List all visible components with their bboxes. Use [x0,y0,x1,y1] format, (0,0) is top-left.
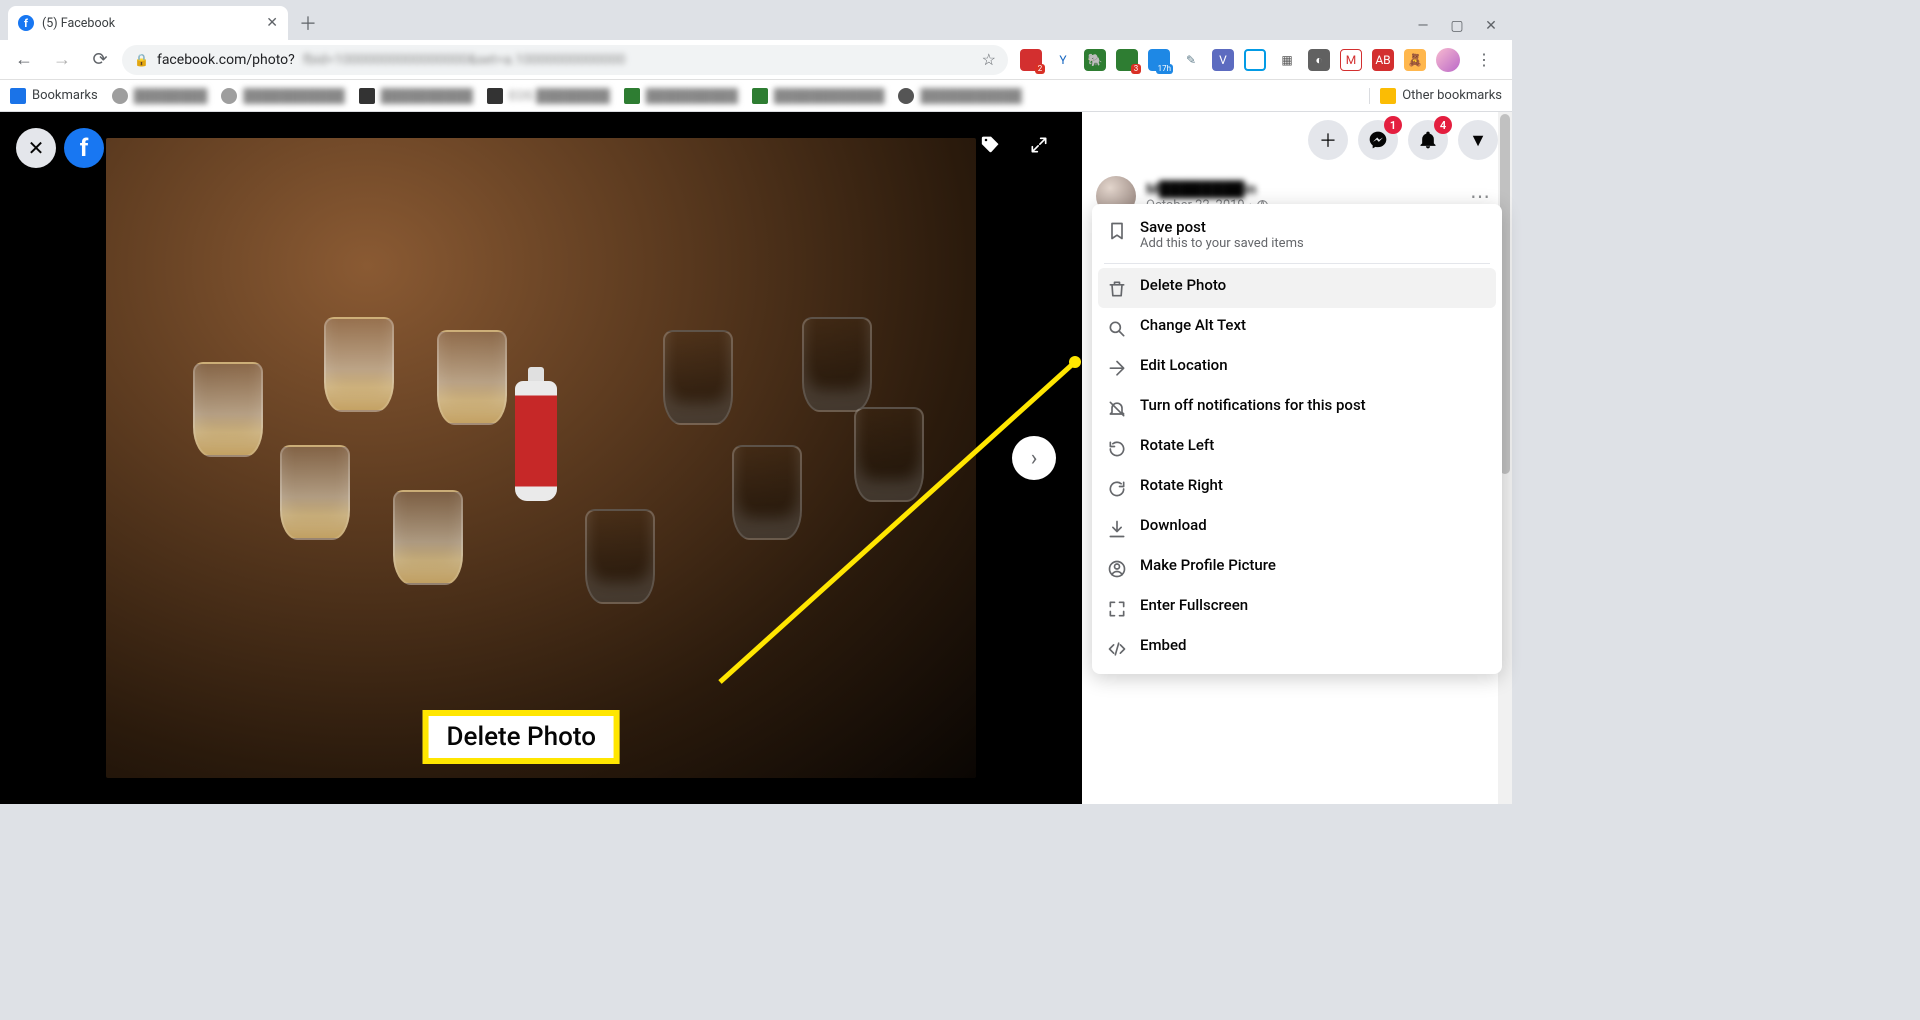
location-icon [1106,358,1128,380]
browser-tabbar: f (5) Facebook ✕ ＋ — ▢ ✕ [0,0,1512,40]
window-controls: — ▢ ✕ [1416,18,1512,34]
right-sidebar: ＋ 1 4 ▼ M████████in October 22, 2019 · ⋯ [1082,112,1512,804]
extension-icon[interactable]: 3 [1116,49,1138,71]
annotation-callout: Delete Photo [423,710,620,764]
create-button[interactable]: ＋ [1308,120,1348,160]
browser-toolbar: ← → ⟳ 🔒 facebook.com/photo? fbid=10000000… [0,40,1512,80]
menu-save-post[interactable]: Save postAdd this to your saved items [1098,210,1496,259]
close-viewer-button[interactable]: ✕ [16,128,56,168]
minimize-icon[interactable]: — [1416,18,1430,34]
menu-divider [1104,263,1490,264]
tag-photo-button[interactable] [974,128,1008,162]
new-tab-button[interactable]: ＋ [294,9,322,37]
facebook-logo-icon[interactable]: f [64,128,104,168]
rotate-left-icon [1106,438,1128,460]
menu-rotate-left[interactable]: Rotate Left [1098,428,1496,468]
bm-icon [624,88,640,104]
bm-icon [487,88,503,104]
extension-icon[interactable]: V [1212,49,1234,71]
url-query-blurred: fbid=10000000000000000&set=a.10000000000… [303,52,626,68]
bookmark-item[interactable]: ██████████ [359,88,473,104]
messenger-badge: 1 [1384,116,1402,134]
maximize-icon[interactable]: ▢ [1450,18,1464,34]
bookmark-item[interactable]: ███████████ [898,88,1021,104]
content-area: ✕ f › Delete Photo [0,112,1512,804]
author-name[interactable]: M████████in [1146,180,1269,198]
address-bar[interactable]: 🔒 facebook.com/photo? fbid=10000000000000… [122,45,1008,75]
extension-icon[interactable]: Y [1052,49,1074,71]
bell-off-icon [1106,398,1128,420]
bm-icon [359,88,375,104]
photo-image [106,138,976,778]
bookmark-icon [1106,220,1128,242]
rotate-right-icon [1106,478,1128,500]
star-icon [10,88,26,104]
back-button[interactable]: ← [8,44,40,76]
chrome-menu-button[interactable]: ⋮ [1470,46,1498,74]
trash-icon [1106,278,1128,300]
extension-icon[interactable]: ◐ [1308,49,1330,71]
close-window-icon[interactable]: ✕ [1484,18,1498,34]
search-icon [1106,318,1128,340]
menu-enter-fullscreen[interactable]: Enter Fullscreen [1098,588,1496,628]
extension-icon[interactable]: AB [1372,49,1394,71]
notifications-button[interactable]: 4 [1408,120,1448,160]
download-icon [1106,518,1128,540]
browser-tab[interactable]: f (5) Facebook ✕ [8,6,288,40]
bookmark-item[interactable]: ██████████ [624,88,738,104]
menu-make-profile-picture[interactable]: Make Profile Picture [1098,548,1496,588]
menu-rotate-right[interactable]: Rotate Right [1098,468,1496,508]
extension-icons: 2 Y 🐘 3 17h ✎ V ▦ ◐ M AB 🧸 ⋮ [1014,46,1504,74]
fullscreen-button[interactable] [1022,128,1056,162]
menu-change-alt-text[interactable]: Change Alt Text [1098,308,1496,348]
menu-download[interactable]: Download [1098,508,1496,548]
bm-icon [898,88,914,104]
extension-icon[interactable]: M [1340,49,1362,71]
url-host: facebook.com/photo? [157,52,295,68]
extension-icon[interactable]: 🐘 [1084,49,1106,71]
menu-embed[interactable]: Embed [1098,628,1496,668]
extension-icon[interactable]: ✎ [1180,49,1202,71]
menu-edit-location[interactable]: Edit Location [1098,348,1496,388]
bookmark-item[interactable]: ████████████ [752,88,885,104]
bookmark-item[interactable]: Bookmarks [10,88,98,104]
reload-button[interactable]: ⟳ [84,44,116,76]
expand-icon [1106,598,1128,620]
other-bookmarks-button[interactable]: Other bookmarks [1369,88,1502,104]
account-menu-button[interactable]: ▼ [1458,120,1498,160]
chrome-profile-avatar[interactable] [1436,48,1460,72]
messenger-button[interactable]: 1 [1358,120,1398,160]
lock-icon: 🔒 [134,53,149,67]
bm-icon [112,88,128,104]
photo-viewer: ✕ f › Delete Photo [0,112,1082,804]
bookmark-star-icon[interactable]: ☆ [982,50,996,69]
facebook-favicon-icon: f [18,15,34,31]
menu-turn-off-notifications[interactable]: Turn off notifications for this post [1098,388,1496,428]
bookmark-item[interactable]: ████████ [112,88,208,104]
forward-button[interactable]: → [46,44,78,76]
extension-icon[interactable] [1244,49,1266,71]
post-options-menu: Save postAdd this to your saved items De… [1092,204,1502,674]
extension-icon[interactable]: ▦ [1276,49,1298,71]
bookmarks-bar: Bookmarks ████████ ███████████ █████████… [0,80,1512,112]
bookmark-item[interactable]: ███████████ [221,88,344,104]
bm-icon [221,88,237,104]
other-bookmarks-label: Other bookmarks [1402,88,1502,103]
tab-close-icon[interactable]: ✕ [266,15,278,31]
menu-delete-photo[interactable]: Delete Photo [1098,268,1496,308]
fb-top-buttons: ＋ 1 4 ▼ [1082,112,1512,168]
extension-icon[interactable]: 2 [1020,49,1042,71]
profile-icon [1106,558,1128,580]
extension-icon[interactable]: 🧸 [1404,49,1426,71]
notifications-badge: 4 [1434,116,1452,134]
next-photo-button[interactable]: › [1012,436,1056,480]
extension-icon[interactable]: 17h [1148,49,1170,71]
bookmarks-label: Bookmarks [32,88,98,103]
bm-icon [752,88,768,104]
tab-title: (5) Facebook [42,16,115,31]
folder-icon [1380,88,1396,104]
bookmark-item[interactable]: EOS ████████ [487,88,610,104]
code-icon [1106,638,1128,660]
